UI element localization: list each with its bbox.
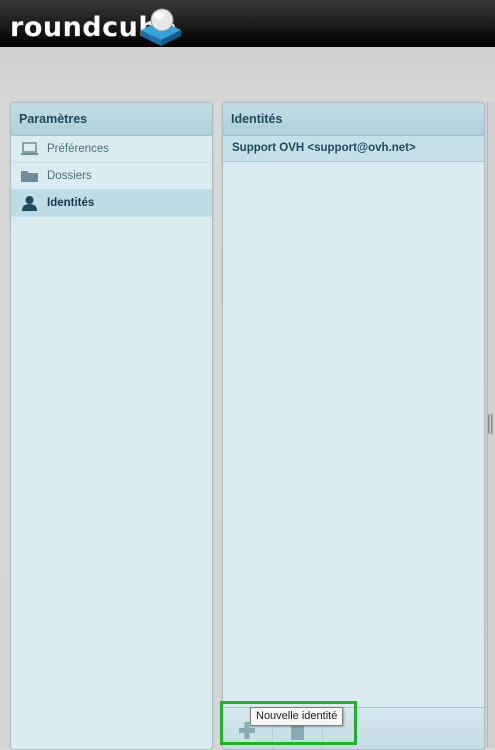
nav-item-identities[interactable]: Identités bbox=[11, 190, 212, 217]
settings-panel-title: Paramètres bbox=[11, 103, 212, 136]
nav-item-folders[interactable]: Dossiers bbox=[11, 163, 212, 190]
splitter-grip-icon[interactable] bbox=[487, 414, 493, 434]
nav-item-label: Dossiers bbox=[47, 170, 92, 182]
nav-item-label: Préférences bbox=[47, 143, 110, 155]
laptop-icon bbox=[21, 142, 38, 155]
settings-panel: Paramètres Préférences Dossiers Identité… bbox=[10, 102, 213, 750]
add-identity-tooltip: Nouvelle identité bbox=[250, 707, 344, 726]
roundcube-logo-icon bbox=[141, 8, 181, 46]
user-icon bbox=[22, 196, 37, 211]
identities-panel-title: Identités bbox=[223, 103, 484, 136]
identities-panel: Identités Support OVH <support@ovh.net> bbox=[222, 102, 485, 750]
top-bar: roundcube bbox=[0, 0, 495, 47]
identity-row[interactable]: Support OVH <support@ovh.net> bbox=[223, 136, 484, 162]
nav-item-preferences[interactable]: Préférences bbox=[11, 136, 212, 163]
nav-item-label: Identités bbox=[47, 197, 95, 209]
folder-icon bbox=[21, 171, 38, 182]
